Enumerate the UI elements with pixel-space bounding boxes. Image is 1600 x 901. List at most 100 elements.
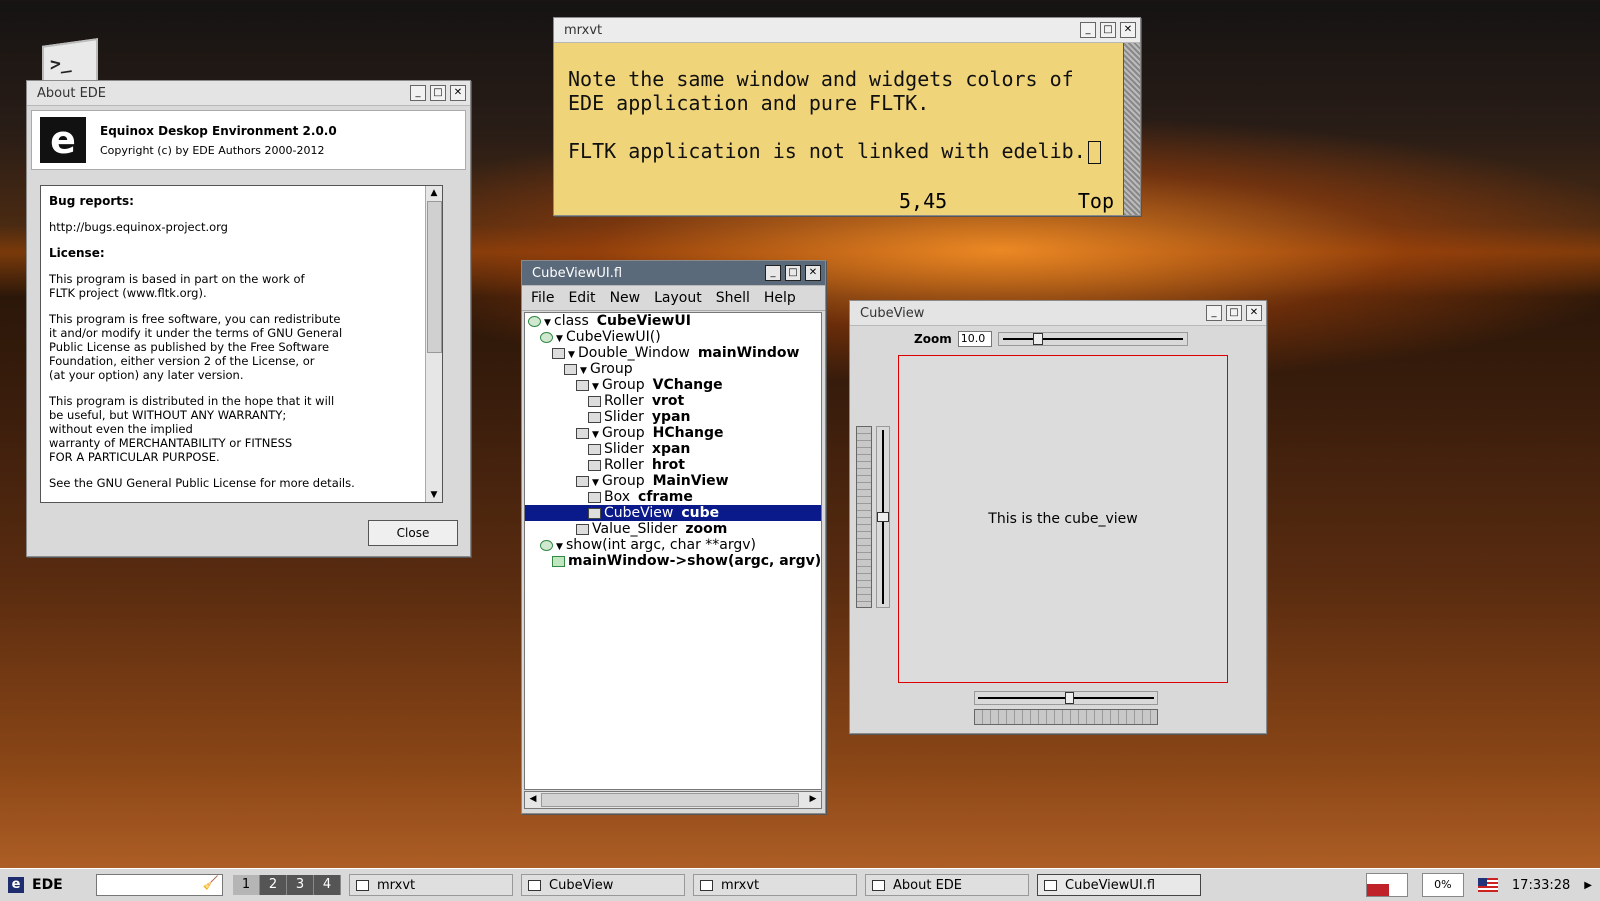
tree-node[interactable]: Value_Slider zoom — [525, 521, 821, 537]
tree-node[interactable]: mainWindow->show(argc, argv); — [525, 553, 821, 569]
close-button[interactable]: Close — [368, 520, 458, 546]
cpu-monitor[interactable]: 0% — [1421, 873, 1464, 897]
tree-node[interactable]: CubeView cube — [525, 505, 821, 521]
xpan-slider[interactable] — [974, 691, 1158, 705]
menu-file[interactable]: File — [526, 290, 559, 306]
about-copyright: Copyright (c) by EDE Authors 2000-2012 — [100, 143, 325, 157]
terminal-scrollbar[interactable] — [1123, 43, 1140, 215]
ypan-slider[interactable] — [876, 426, 890, 608]
tree-node[interactable]: ▼ Group HChange — [525, 425, 821, 441]
group-icon — [564, 363, 577, 375]
fluid-window: CubeViewUI.fl _ □ ✕ File Edit New Layout… — [521, 260, 826, 814]
tree-node[interactable]: ▼ Group VChange — [525, 377, 821, 393]
maximize-icon[interactable]: □ — [1226, 305, 1242, 321]
tree-node[interactable]: ▼ Group — [525, 361, 821, 377]
cubeview-window: CubeView _ □ ✕ Zoom 10.0 This is the cub… — [849, 300, 1267, 734]
tree-node-type: Group — [602, 425, 645, 441]
tree-node-name: zoom — [685, 521, 728, 537]
task-button[interactable]: About EDE — [865, 874, 1029, 896]
about-vertical-scrollbar[interactable]: ▲ ▼ — [425, 186, 442, 502]
maximize-icon[interactable]: □ — [430, 85, 446, 101]
slider-icon — [576, 523, 589, 535]
scroll-right-icon[interactable]: ▶ — [805, 792, 821, 806]
workspace-3[interactable]: 3 — [287, 875, 314, 895]
workspace-2[interactable]: 2 — [260, 875, 287, 895]
memory-monitor[interactable] — [1365, 873, 1408, 897]
broom-icon[interactable]: 🧹 — [203, 876, 219, 891]
tree-node[interactable]: Slider xpan — [525, 441, 821, 457]
tree-node[interactable]: Box cframe — [525, 489, 821, 505]
task-list: mrxvt CubeView mrxvt About EDE CubeViewUI.fl — [341, 874, 1201, 896]
workspace-1[interactable]: 1 — [233, 875, 260, 895]
bug-reports-heading: Bug reports: — [49, 194, 134, 208]
scroll-up-icon[interactable]: ▲ — [426, 186, 442, 200]
cubeview-titlebar[interactable]: CubeView _ □ ✕ — [850, 301, 1266, 326]
terminal-output[interactable]: Note the same window and widgets colors … — [554, 43, 1140, 164]
task-button[interactable]: mrxvt — [349, 874, 513, 896]
about-text-area[interactable]: Bug reports: http://bugs.equinox-project… — [40, 185, 443, 503]
zoom-value-field[interactable]: 10.0 — [957, 331, 992, 347]
tree-horizontal-scrollbar[interactable]: ◀ ▶ — [524, 791, 822, 809]
workspace-pager: 1234 — [233, 875, 341, 895]
tree-node[interactable]: ▼ Double_Window mainWindow — [525, 345, 821, 361]
fluid-titlebar[interactable]: CubeViewUI.fl _ □ ✕ — [522, 261, 825, 286]
close-icon[interactable]: ✕ — [450, 85, 466, 101]
tree-node-name: MainView — [652, 473, 729, 489]
tree-node[interactable]: Slider ypan — [525, 409, 821, 425]
scroll-thumb[interactable] — [427, 201, 442, 353]
widget-tree[interactable]: ▼ class CubeViewUI ▼ CubeViewUI() ▼ Double_Win… — [524, 312, 822, 790]
tree-node-type: Group — [602, 473, 645, 489]
tree-node[interactable]: Roller vrot — [525, 393, 821, 409]
menu-edit[interactable]: Edit — [563, 290, 600, 306]
task-label: About EDE — [893, 877, 963, 893]
group-icon — [576, 379, 589, 391]
us-flag-keyboard-icon[interactable] — [1477, 878, 1498, 892]
scroll-left-icon[interactable]: ◀ — [525, 792, 541, 806]
window-icon — [552, 347, 565, 359]
workspace-4[interactable]: 4 — [314, 875, 341, 895]
close-icon[interactable]: ✕ — [1120, 22, 1136, 38]
window-icon — [1044, 879, 1057, 891]
tree-node[interactable]: ▼ CubeViewUI() — [525, 329, 821, 345]
quick-launch-input[interactable]: 🧹 — [96, 874, 223, 896]
ede-start-icon: e — [8, 877, 24, 893]
zoom-slider[interactable] — [997, 332, 1188, 346]
minimize-icon[interactable]: _ — [1206, 305, 1222, 321]
minimize-icon[interactable]: _ — [1080, 22, 1096, 38]
about-titlebar[interactable]: About EDE _ □ ✕ — [27, 81, 470, 106]
close-icon[interactable]: ✕ — [805, 265, 821, 281]
task-label: CubeView — [549, 877, 614, 893]
scroll-thumb[interactable] — [541, 793, 799, 807]
tray-expand-icon[interactable]: ▶ — [1584, 880, 1592, 891]
tree-node[interactable]: ▼ class CubeViewUI — [525, 313, 821, 329]
cube-view[interactable]: This is the cube_view — [898, 355, 1228, 683]
roller-icon — [588, 395, 601, 407]
menu-layout[interactable]: Layout — [649, 290, 707, 306]
minimize-icon[interactable]: _ — [410, 85, 426, 101]
task-button[interactable]: CubeView — [521, 874, 685, 896]
scroll-down-icon[interactable]: ▼ — [426, 488, 442, 502]
clock[interactable]: 17:33:28 — [1512, 878, 1570, 893]
xpan-slider-knob[interactable] — [1065, 692, 1074, 704]
task-button[interactable]: mrxvt — [693, 874, 857, 896]
tree-node-name: vrot — [651, 393, 685, 409]
tree-node[interactable]: Roller hrot — [525, 457, 821, 473]
close-icon[interactable]: ✕ — [1246, 305, 1262, 321]
vrot-roller[interactable] — [856, 426, 872, 608]
menu-shell[interactable]: Shell — [711, 290, 755, 306]
maximize-icon[interactable]: □ — [785, 265, 801, 281]
task-button[interactable]: CubeViewUI.fl — [1037, 874, 1201, 896]
menu-help[interactable]: Help — [759, 290, 801, 306]
minimize-icon[interactable]: _ — [765, 265, 781, 281]
tree-node[interactable]: ▼ Group MainView — [525, 473, 821, 489]
maximize-icon[interactable]: □ — [1100, 22, 1116, 38]
tree-node-name: cube — [681, 505, 720, 521]
ypan-slider-knob[interactable] — [877, 512, 889, 522]
menu-new[interactable]: New — [605, 290, 646, 306]
start-menu-button[interactable]: e EDE — [0, 877, 90, 893]
oval-icon — [540, 331, 553, 343]
tree-node[interactable]: ▼ show(int argc, char **argv) — [525, 537, 821, 553]
mrxvt-titlebar[interactable]: mrxvt _ □ ✕ — [554, 18, 1140, 43]
zoom-slider-knob[interactable] — [1032, 333, 1043, 345]
hrot-roller[interactable] — [974, 709, 1158, 725]
